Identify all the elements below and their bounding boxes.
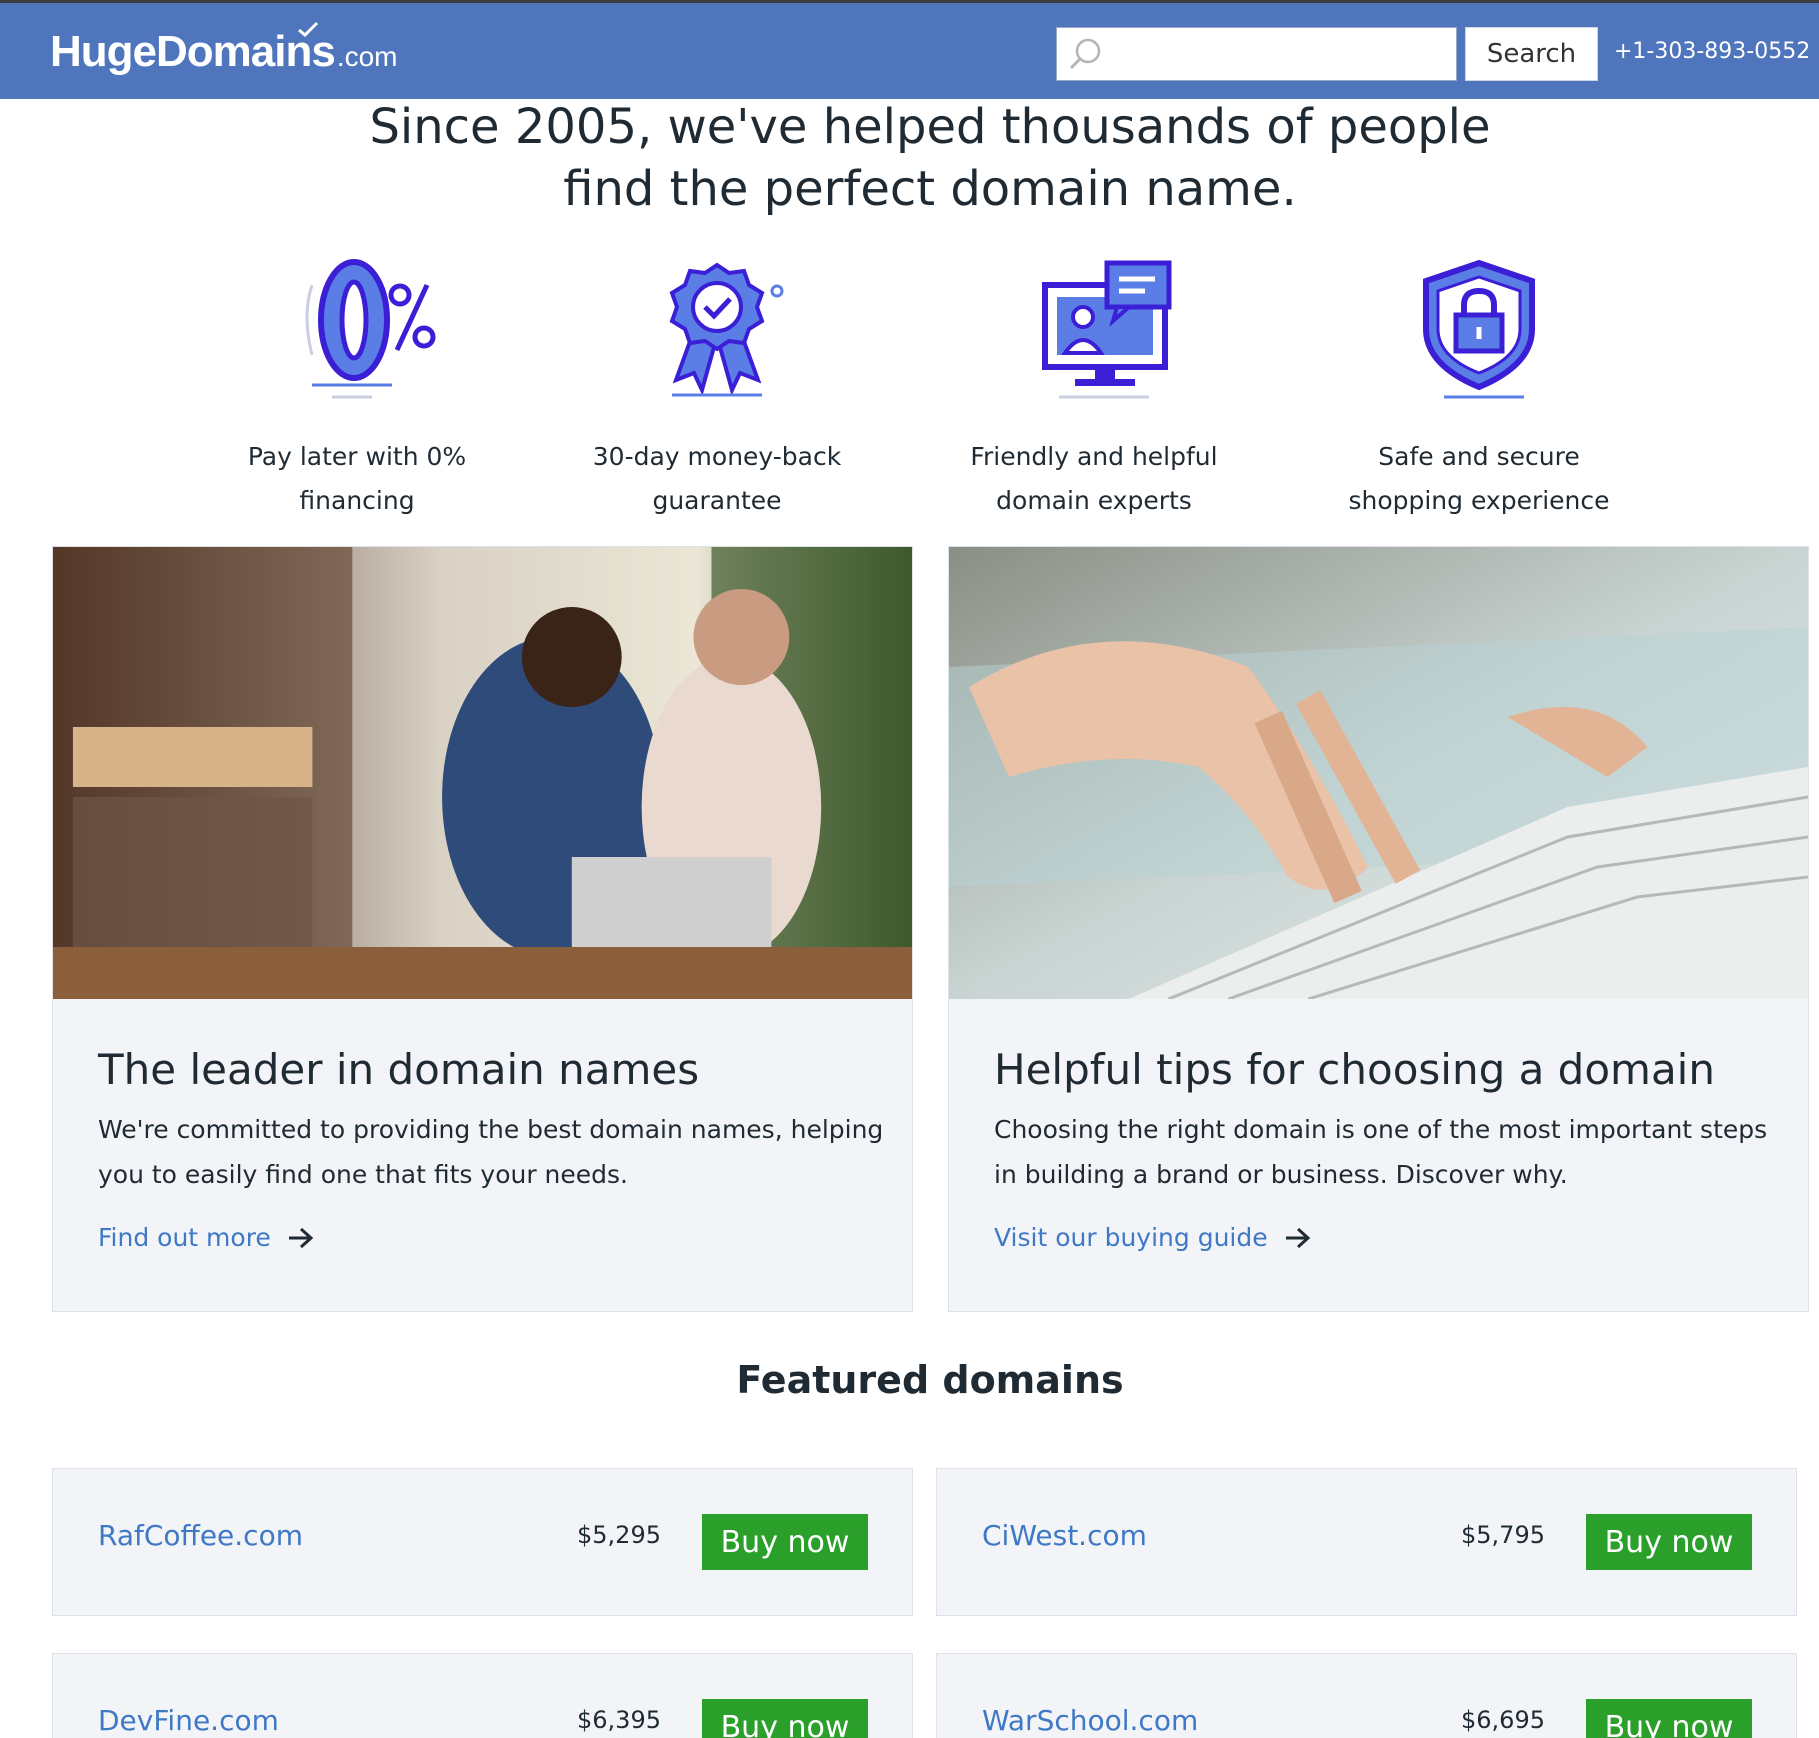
lock-shield-icon	[1423, 259, 1535, 399]
feature-experts-text: Friendly and helpful domain experts	[944, 435, 1244, 523]
buy-now-button[interactable]: Buy now	[702, 1514, 868, 1570]
card-leader-desc-line2: you to easily find one that fits your ne…	[98, 1160, 629, 1189]
logo-check-icon	[298, 21, 319, 37]
search-input[interactable]	[1105, 28, 1456, 80]
site-header: HugeDomains .com Search +1-303-893-0552	[0, 3, 1819, 99]
site-logo[interactable]: HugeDomains .com	[50, 21, 398, 83]
keyboard-photo	[949, 547, 1808, 999]
card-leader-title: The leader in domain names	[98, 1045, 700, 1094]
logo-brand: HugeDomains	[50, 27, 336, 76]
card-tips-desc-line2: in building a brand or business. Discove…	[994, 1160, 1568, 1189]
feature-financing-line1: Pay later with 0%	[247, 442, 467, 471]
feature-secure-line2: shopping experience	[1348, 486, 1610, 515]
feature-experts: Friendly and helpful domain experts	[944, 255, 1244, 523]
domain-row: CiWest.com $5,795 Buy now	[936, 1468, 1797, 1616]
card-leader-desc: We're committed to providing the best do…	[98, 1107, 898, 1197]
search-box	[1056, 27, 1457, 81]
feature-secure-line1: Safe and secure	[1378, 442, 1580, 471]
domain-link[interactable]: CiWest.com	[982, 1519, 1147, 1552]
card-leader: The leader in domain names We're committ…	[52, 546, 913, 1312]
buy-now-button[interactable]: Buy now	[1586, 1514, 1752, 1570]
feature-secure-text: Safe and secure shopping experience	[1329, 435, 1629, 523]
feature-guarantee: 30-day money-back guarantee	[567, 255, 867, 523]
buying-guide-label: Visit our buying guide	[994, 1223, 1268, 1252]
buy-now-button[interactable]: Buy now	[1586, 1699, 1752, 1738]
hero-line-1: Since 2005, we've helped thousands of pe…	[369, 99, 1491, 155]
domain-price: $6,395	[577, 1706, 661, 1734]
feature-financing-line2: financing	[299, 486, 415, 515]
domain-price: $5,795	[1461, 1521, 1545, 1549]
arrow-right-icon	[288, 1227, 314, 1248]
buy-now-button[interactable]: Buy now	[702, 1699, 868, 1738]
domain-row: RafCoffee.com $5,295 Buy now	[52, 1468, 913, 1616]
domain-row: DevFine.com $6,395 Buy now	[52, 1653, 913, 1738]
zero-percent-icon	[305, 259, 436, 399]
domain-price: $6,695	[1461, 1706, 1545, 1734]
hero-headline: Since 2005, we've helped thousands of pe…	[0, 96, 1819, 220]
domain-link[interactable]: WarSchool.com	[982, 1704, 1198, 1737]
feature-experts-line1: Friendly and helpful	[970, 442, 1218, 471]
search-icon	[1069, 38, 1101, 70]
phone-number[interactable]: +1-303-893-0552	[1614, 39, 1810, 64]
arrow-right-icon	[1285, 1227, 1310, 1248]
feature-financing-text: Pay later with 0% financing	[207, 435, 507, 523]
feature-guarantee-line2: guarantee	[652, 486, 782, 515]
ribbon-badge-icon	[669, 262, 784, 397]
feature-guarantee-line1: 30-day money-back	[592, 442, 842, 471]
card-tips: Helpful tips for choosing a domain Choos…	[948, 546, 1809, 1312]
domain-price: $5,295	[577, 1521, 661, 1549]
features-row: Pay later with 0% financing 30-day money…	[0, 255, 1819, 515]
feature-experts-line2: domain experts	[996, 486, 1192, 515]
search-button[interactable]: Search	[1465, 27, 1598, 81]
card-tips-desc-line1: Choosing the right domain is one of the …	[994, 1115, 1768, 1144]
feature-guarantee-text: 30-day money-back guarantee	[567, 435, 867, 523]
find-out-more-link[interactable]: Find out more	[98, 1223, 315, 1252]
hero-line-2: find the perfect domain name.	[563, 161, 1297, 217]
domain-link[interactable]: RafCoffee.com	[98, 1519, 303, 1552]
domain-link[interactable]: DevFine.com	[98, 1704, 279, 1737]
buying-guide-link[interactable]: Visit our buying guide	[994, 1223, 1312, 1252]
logo-tld: .com	[336, 41, 398, 72]
domain-row: WarSchool.com $6,695 Buy now	[936, 1653, 1797, 1738]
card-leader-desc-line1: We're committed to providing the best do…	[98, 1115, 884, 1144]
feature-secure: Safe and secure shopping experience	[1329, 255, 1629, 523]
bakery-photo	[53, 547, 912, 999]
find-out-more-label: Find out more	[98, 1223, 271, 1252]
card-tips-desc: Choosing the right domain is one of the …	[994, 1107, 1794, 1197]
chat-monitor-icon	[1042, 260, 1172, 399]
card-tips-title: Helpful tips for choosing a domain	[994, 1045, 1715, 1094]
featured-domains-heading: Featured domains	[736, 1358, 1124, 1402]
feature-financing: Pay later with 0% financing	[207, 255, 507, 523]
page: HugeDomains .com Search +1-303-893-0552 …	[0, 0, 1819, 1738]
